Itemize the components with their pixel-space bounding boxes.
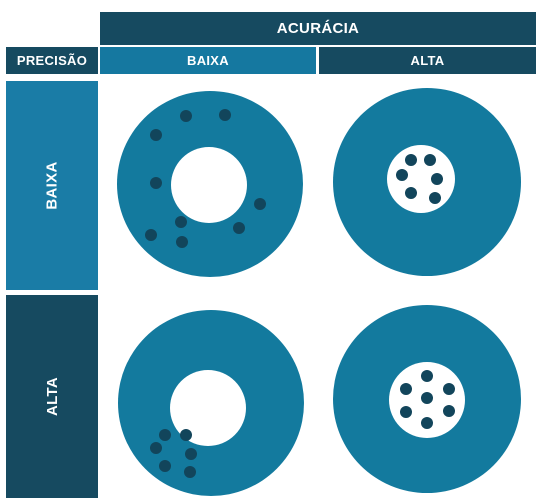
hit-dot xyxy=(175,216,187,228)
hit-dot xyxy=(185,448,197,460)
hit-dot xyxy=(400,383,412,395)
targets-grid xyxy=(117,88,521,496)
target-high-accuracy-low-precision xyxy=(333,88,521,276)
hit-dot xyxy=(150,177,162,189)
hit-dot xyxy=(443,383,455,395)
hit-dot xyxy=(219,109,231,121)
hit-dot xyxy=(145,229,157,241)
target-center xyxy=(171,147,247,223)
hit-dot xyxy=(159,460,171,472)
hit-dot xyxy=(421,392,433,404)
hit-dot xyxy=(424,154,436,166)
hit-dot xyxy=(159,429,171,441)
hit-dot xyxy=(431,173,443,185)
target-low-accuracy-high-precision xyxy=(118,310,304,496)
hit-dot xyxy=(184,466,196,478)
hit-dot xyxy=(176,236,188,248)
hit-dot xyxy=(405,187,417,199)
hit-dot xyxy=(421,370,433,382)
target-high-accuracy-high-precision xyxy=(333,305,521,493)
target-center xyxy=(387,145,455,213)
hit-dot xyxy=(429,192,441,204)
hit-dot xyxy=(233,222,245,234)
hit-dot xyxy=(150,442,162,454)
hit-dot xyxy=(180,429,192,441)
hit-dot xyxy=(405,154,417,166)
hit-dot xyxy=(421,417,433,429)
hit-dot xyxy=(443,405,455,417)
hit-dot xyxy=(180,110,192,122)
hit-dot xyxy=(400,406,412,418)
target-low-accuracy-low-precision xyxy=(117,91,303,277)
hit-dot xyxy=(254,198,266,210)
hit-dot xyxy=(150,129,162,141)
hit-dot xyxy=(396,169,408,181)
